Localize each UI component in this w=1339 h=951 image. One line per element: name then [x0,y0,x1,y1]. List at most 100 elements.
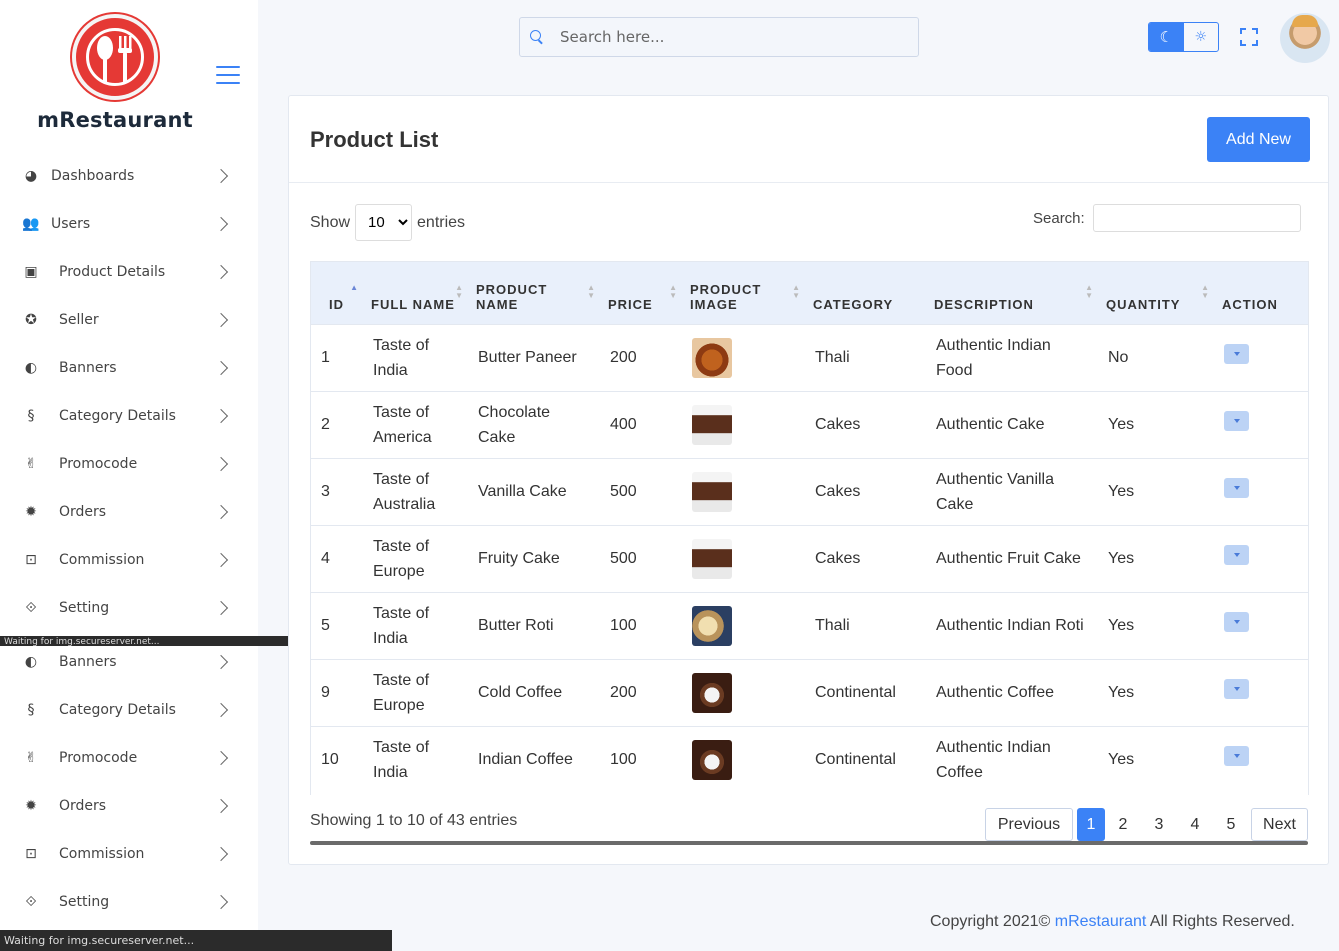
sidebar-item-commission[interactable]: ⊡ Commission [0,830,258,878]
sidebar-item-orders[interactable]: ✹ Orders [0,488,258,536]
column-header-action[interactable]: ACTION ▲▼ [1214,262,1308,324]
table-row: 4 Taste of Europe Fruity Cake 500 Cakes Authe… [311,524,1308,592]
sidebar-item-orders[interactable]: ✹ Orders [0,782,258,830]
cell-description: Authentic Coffee [926,658,1098,726]
cell-product-image [682,457,805,525]
cell-action [1214,725,1308,793]
page-4-button[interactable]: 4 [1181,808,1209,841]
banners-icon: ◐ [24,360,38,376]
users-icon: 👥 [22,216,40,232]
cell-full-name: Taste of India [363,591,468,659]
category-icon: § [27,408,35,424]
theme-toggle[interactable]: ☾ ☼ [1148,22,1219,52]
sidebar-item-category-details[interactable]: § Category Details [0,392,258,440]
sidebar-item-banners[interactable]: ◐ Banners [0,344,258,392]
fullscreen-icon[interactable] [1240,28,1258,46]
product-table-wrap: ID ▲ FULL NAME ▲ ▼ PRODUCT NAME ▲ ▼ PRICE ▲ ▼ PRODU… [310,261,1309,795]
user-avatar[interactable] [1280,13,1330,63]
entries-select[interactable]: 10 [355,204,413,241]
global-search-input[interactable] [560,28,900,46]
sidebar-item-commission[interactable]: ⊡ Commission [0,536,258,584]
sidebar-item-category-details[interactable]: § Category Details [0,686,258,734]
product-list-card: Product List Add New Show 10 entries Sea… [288,95,1329,865]
cell-product-image [682,725,805,793]
cell-description: Authentic Fruit Cake [926,524,1098,592]
chevron-right-icon [213,504,229,520]
column-header-id[interactable]: ID ▲ [311,262,363,324]
action-dropdown-button[interactable] [1224,678,1249,699]
sidebar-item-label: Category Details [59,408,176,424]
sun-icon[interactable]: ☼ [1184,23,1219,51]
column-header-description[interactable]: DESCRIPTION ▲ ▼ [926,262,1098,324]
action-dropdown-button[interactable] [1224,611,1249,632]
sort-icon: ▲▼ [587,283,596,300]
page-3-button[interactable]: 3 [1145,808,1173,841]
column-header-product-name[interactable]: PRODUCT NAME ▲ ▼ [468,262,600,324]
cell-action [1214,323,1308,391]
cell-product-name: Vanilla Cake [468,457,600,525]
sidebar-item-product-details[interactable]: ▣ Product Details [0,248,258,296]
chevron-right-icon [213,408,229,424]
chevron-right-icon [213,654,229,670]
previous-button[interactable]: Previous [985,808,1073,841]
moon-icon[interactable]: ☾ [1149,23,1184,51]
action-dropdown-button[interactable] [1224,544,1249,565]
sidebar-item-promocode[interactable]: ✌ Promocode [0,440,258,488]
cell-product-image [682,390,805,458]
cell-full-name: Taste of Europe [363,524,468,592]
global-search[interactable] [519,17,919,57]
horizontal-scrollbar[interactable] [310,841,1308,845]
sidebar-item-users[interactable]: 👥 Users [0,200,258,248]
cell-description: Authentic Indian Coffee [926,725,1098,793]
column-header-product-image[interactable]: PRODUCT IMAGE ▲ ▼ [682,262,805,324]
cell-full-name: Taste of Europe [363,658,468,726]
table-search-input[interactable] [1092,204,1301,232]
add-new-button[interactable]: Add New [1207,117,1310,162]
page-5-button[interactable]: 5 [1217,808,1245,841]
showing-entries: Showing 1 to 10 of 43 entries [310,812,518,829]
cell-id: 2 [311,390,363,458]
cell-price: 500 [600,524,682,592]
sidebar-item-dashboards[interactable]: ◕ Dashboards [0,152,258,200]
sidebar-item-label: Seller [59,312,99,328]
column-header-category[interactable]: CATEGORY [805,262,926,324]
sidebar-item-label: Orders [59,504,107,520]
restaurant-logo-icon [72,14,158,100]
cell-id: 5 [311,591,363,659]
page-1-button[interactable]: 1 [1077,808,1105,841]
cell-quantity: Yes [1098,725,1214,793]
cell-price: 500 [600,457,682,525]
cell-category: Thali [805,591,926,659]
column-header-price[interactable]: PRICE ▲ ▼ [600,262,682,324]
action-dropdown-button[interactable] [1224,745,1249,766]
sidebar-item-label: Banners [59,654,117,670]
next-button[interactable]: Next [1251,808,1308,841]
cell-category: Cakes [805,524,926,592]
sidebar-item-setting[interactable]: ⟐ Setting [0,878,258,926]
logo[interactable]: mRestaurant [0,14,230,132]
sidebar-item-setting[interactable]: ⟐ Setting [0,584,258,632]
cell-category: Cakes [805,390,926,458]
cell-product-name: Cold Coffee [468,658,600,726]
entries-control: Show 10 entries [310,204,465,241]
cell-action [1214,390,1308,458]
column-header-quantity[interactable]: QUANTITY ▲ ▼ [1098,262,1214,324]
menu-toggle-icon[interactable] [216,66,240,84]
page-2-button[interactable]: 2 [1109,808,1137,841]
setting-icon: ⟐ [25,894,37,910]
setting-icon: ⟐ [25,600,37,616]
cell-product-name: Indian Coffee [468,725,600,793]
column-header-full-name[interactable]: FULL NAME ▲ ▼ [363,262,468,324]
product-icon: ▣ [24,264,38,280]
footer-brand-link[interactable]: mRestaurant [1055,913,1147,930]
chevron-right-icon [213,216,229,232]
chevron-right-icon [213,600,229,616]
action-dropdown-button[interactable] [1224,343,1249,364]
promocode-icon: ✌ [25,456,37,472]
cell-product-name: Fruity Cake [468,524,600,592]
action-dropdown-button[interactable] [1224,410,1249,431]
sidebar-item-seller[interactable]: ✪ Seller [0,296,258,344]
sidebar-item-promocode[interactable]: ✌ Promocode [0,734,258,782]
cell-quantity: Yes [1098,457,1214,525]
action-dropdown-button[interactable] [1224,477,1249,498]
